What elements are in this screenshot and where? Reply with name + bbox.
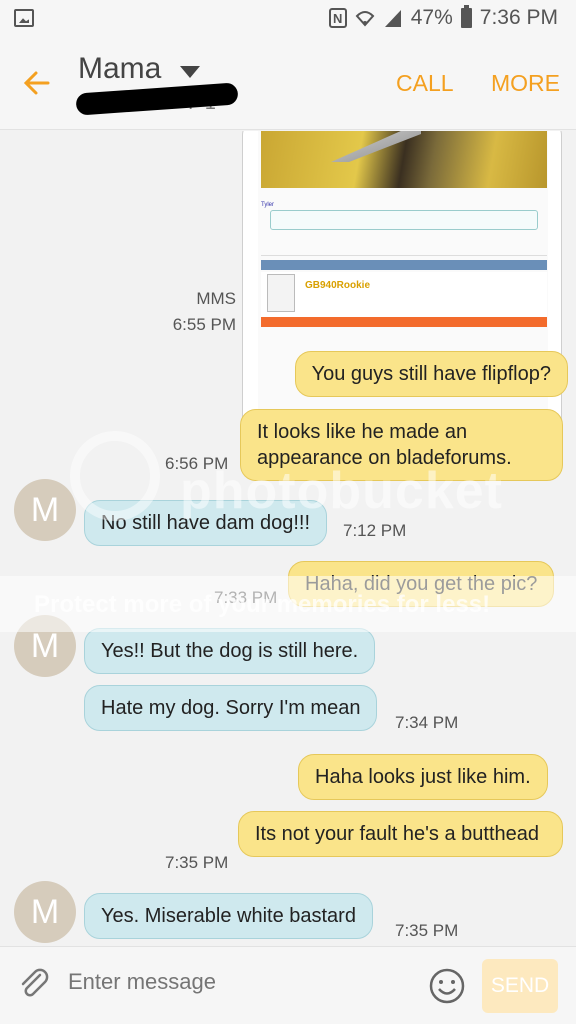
back-arrow-icon[interactable] <box>22 68 52 98</box>
call-button[interactable]: CALL <box>396 70 454 97</box>
avatar[interactable]: M <box>14 615 76 677</box>
message-time: 7:35 PM <box>395 921 459 940</box>
wifi-icon <box>355 11 375 27</box>
message-time: 7:34 PM <box>395 713 459 732</box>
send-button[interactable]: SEND <box>482 959 558 1013</box>
message-thread[interactable]: Tyler GB940Rookie MMS 6:55 PM You guys s… <box>0 131 576 946</box>
mms-meta: MMS 6:55 PM <box>173 286 236 338</box>
message-bubble-out[interactable]: Haha looks just like him. <box>298 754 548 800</box>
mms-quote <box>270 210 538 230</box>
message-bubble-out[interactable]: Its not your fault he's a butthead <box>238 811 563 857</box>
mms-user-avatar <box>267 274 295 312</box>
message-bubble-out[interactable]: You guys still have flipflop? <box>294 351 568 397</box>
mms-time: 6:55 PM <box>172 315 236 334</box>
message-bubble-in[interactable]: No still have dam dog!!! <box>84 500 327 546</box>
mms-username: GB940Rookie <box>305 280 371 291</box>
battery-percent: 47% <box>410 6 453 29</box>
status-icons: N 47% 7:36 PM <box>328 5 558 30</box>
mms-photo <box>261 131 547 188</box>
more-button[interactable]: MORE <box>491 70 560 97</box>
avatar[interactable]: M <box>14 479 76 541</box>
avatar[interactable]: M <box>14 881 76 943</box>
message-bubble-out[interactable]: Haha, did you get the pic? <box>288 561 555 607</box>
status-bar: N 47% 7:36 PM <box>0 0 576 40</box>
message-time: 6:56 PM <box>165 454 229 473</box>
message-input[interactable] <box>68 967 408 997</box>
message-bubble-in[interactable]: Yes!! But the dog is still here. <box>84 628 376 674</box>
nfc-icon: N <box>328 8 347 28</box>
paperclip-icon[interactable] <box>18 967 52 1001</box>
gallery-icon <box>14 9 34 27</box>
message-bubble-out[interactable]: It looks like he made an appearance on b… <box>240 409 563 481</box>
message-time: 7:35 PM <box>165 853 229 872</box>
mms-type-label: MMS <box>196 289 236 308</box>
contact-name[interactable]: Mama <box>78 52 161 86</box>
battery-icon <box>460 5 472 28</box>
clock: 7:36 PM <box>479 6 558 29</box>
signal-icon <box>384 10 401 27</box>
emoji-icon[interactable] <box>428 967 466 1005</box>
message-bubble-in[interactable]: Yes. Miserable white bastard <box>84 893 373 939</box>
message-time: 7:33 PM <box>214 588 278 607</box>
compose-bar: SEND <box>0 946 576 1024</box>
chevron-down-icon[interactable] <box>180 66 200 78</box>
message-time: 7:12 PM <box>343 521 407 540</box>
message-bubble-in[interactable]: Hate my dog. Sorry I'm mean <box>84 685 378 731</box>
app-bar: Mama +1 4 1 6 7 7 1 CALL MORE <box>0 40 576 130</box>
